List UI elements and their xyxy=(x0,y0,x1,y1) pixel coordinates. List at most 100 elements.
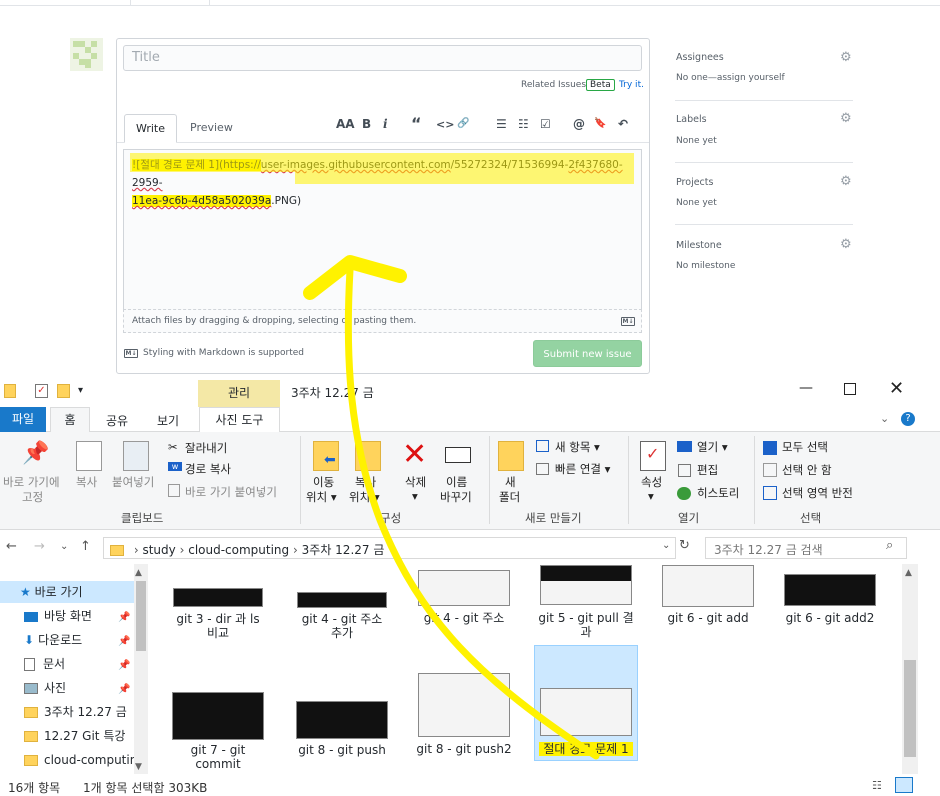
reply-icon[interactable]: ↶ xyxy=(618,117,628,131)
maximize-icon[interactable] xyxy=(844,383,856,395)
tab-preview[interactable]: Preview xyxy=(190,121,233,134)
pin-icon[interactable]: 📌 xyxy=(118,612,130,623)
file-tile-selected[interactable]: 절대 경로 문제 1 xyxy=(534,688,638,756)
copy-to-label[interactable]: 복사 xyxy=(355,474,376,490)
move-to-label[interactable]: 이동 xyxy=(313,474,334,490)
tab-share[interactable]: 공유 xyxy=(106,412,128,429)
up-icon[interactable]: ↑ xyxy=(80,539,91,554)
comment-textarea[interactable]: ![절대 경로 문제 1](https://user-images.github… xyxy=(123,149,642,309)
file-tile[interactable]: git 3 - dir 과 ls 비교 xyxy=(166,588,270,640)
try-it-link[interactable]: Try it. xyxy=(619,80,644,90)
new-folder-icon[interactable] xyxy=(498,441,524,471)
recent-dropdown-icon[interactable]: ⌄ xyxy=(60,541,68,552)
bullet-list-icon[interactable]: ☰ xyxy=(496,117,507,131)
file-tile[interactable]: git 8 - git push2 xyxy=(412,673,516,756)
breadcrumb-study[interactable]: study xyxy=(142,543,175,557)
rename-label[interactable]: 이름 xyxy=(446,474,467,490)
address-bar[interactable]: › study › cloud-computing › 3주차 12.27 금 xyxy=(103,537,676,559)
italic-icon[interactable]: i xyxy=(383,117,388,131)
saved-reply-icon[interactable]: 🔖 xyxy=(594,118,606,129)
delete-icon[interactable]: ✕ xyxy=(402,437,427,472)
link-icon[interactable]: 🔗 xyxy=(457,118,469,129)
nav-documents[interactable]: 문서 xyxy=(24,653,65,675)
file-tile[interactable]: git 7 - git commit xyxy=(166,692,270,771)
breadcrumb-current[interactable]: 3주차 12.27 금 xyxy=(302,543,385,557)
nav-scroll-thumb[interactable] xyxy=(136,581,146,651)
gear-icon[interactable]: ⚙ xyxy=(840,111,852,126)
copy-to-icon[interactable] xyxy=(355,441,381,471)
paste-shortcut-label[interactable]: 바로 가기 붙여넣기 xyxy=(185,484,277,500)
search-input[interactable]: 3주차 12.27 금 검색 xyxy=(705,537,907,559)
rename-icon[interactable] xyxy=(445,447,471,463)
copy-path-icon[interactable]: w xyxy=(168,462,182,471)
pin-icon[interactable]: 📌 xyxy=(22,441,49,466)
select-all-icon[interactable] xyxy=(763,441,777,455)
easy-access-label[interactable]: 빠른 연결 ▾ xyxy=(555,461,610,477)
address-dropdown-icon[interactable]: ⌄ xyxy=(662,540,670,551)
scissors-icon[interactable]: ✂ xyxy=(168,440,178,454)
code-icon[interactable]: <> xyxy=(436,118,454,131)
paste-shortcut-icon[interactable] xyxy=(168,484,180,497)
labels-heading[interactable]: Labels xyxy=(676,114,707,125)
properties-label[interactable]: 속성 xyxy=(641,474,662,490)
properties-icon[interactable]: ✓ xyxy=(35,384,48,398)
invert-selection-icon[interactable] xyxy=(763,486,777,500)
nav-folder-git[interactable]: 12.27 Git 특강 xyxy=(24,725,125,747)
tab-write[interactable]: Write xyxy=(124,114,177,143)
file-tile[interactable]: git 6 - git add xyxy=(656,565,760,625)
nav-quick-access[interactable]: ★ 바로 가기 xyxy=(0,581,134,603)
back-icon[interactable]: ← xyxy=(6,539,17,554)
manage-context-tab[interactable]: 관리 xyxy=(198,380,280,407)
help-icon[interactable]: ? xyxy=(901,412,915,426)
task-list-icon[interactable]: ☑ xyxy=(540,117,551,131)
gear-icon[interactable]: ⚙ xyxy=(840,50,852,65)
close-icon[interactable]: ✕ xyxy=(889,378,904,399)
file-tile[interactable]: git 6 - git add2 xyxy=(778,574,882,625)
nav-pictures[interactable]: 사진 xyxy=(24,677,66,699)
tab-file[interactable]: 파일 xyxy=(0,407,46,432)
pin-label[interactable]: 바로 가기에 xyxy=(3,474,60,490)
numbered-list-icon[interactable]: ☷ xyxy=(518,117,529,131)
gear-icon[interactable]: ⚙ xyxy=(840,237,852,252)
tab-picture-tools[interactable]: 사진 도구 xyxy=(199,407,280,433)
large-icons-view-icon[interactable] xyxy=(895,777,913,793)
select-all-label[interactable]: 모두 선택 xyxy=(782,439,828,455)
mention-icon[interactable]: @ xyxy=(573,117,585,131)
open-icon[interactable] xyxy=(677,441,692,452)
bold-icon[interactable]: B xyxy=(362,117,371,131)
new-item-label[interactable]: 새 항목 ▾ xyxy=(555,439,600,455)
breadcrumb-cloud[interactable]: cloud-computing xyxy=(188,543,289,557)
move-to-icon[interactable]: ⬅ xyxy=(313,441,339,471)
details-view-icon[interactable]: ☷ xyxy=(872,779,882,792)
pin-icon[interactable]: 📌 xyxy=(118,660,130,671)
paste-icon[interactable] xyxy=(123,441,149,471)
milestone-heading[interactable]: Milestone xyxy=(676,240,722,251)
assignees-value[interactable]: No one—assign yourself xyxy=(676,73,785,83)
quick-access-dropdown-icon[interactable]: ▾ xyxy=(78,385,83,396)
minimize-icon[interactable]: — xyxy=(799,380,813,396)
copy-path-label[interactable]: 경로 복사 xyxy=(185,461,231,477)
new-folder-label[interactable]: 새 xyxy=(505,474,516,490)
new-folder-icon[interactable] xyxy=(57,384,70,398)
pin-icon[interactable]: 📌 xyxy=(118,684,130,695)
collapse-ribbon-icon[interactable]: ⌄ xyxy=(880,412,889,425)
cut-label[interactable]: 잘라내기 xyxy=(185,440,227,456)
file-tile[interactable]: git 8 - git push xyxy=(290,701,394,757)
markdown-note[interactable]: Styling with Markdown is supported xyxy=(143,348,304,358)
nav-downloads[interactable]: ⬇ 다운로드 xyxy=(24,629,82,651)
scroll-down-icon[interactable]: ▼ xyxy=(135,762,142,772)
open-label[interactable]: 열기 ▾ xyxy=(697,439,728,455)
tab-view[interactable]: 보기 xyxy=(157,412,179,429)
title-input[interactable]: Title xyxy=(123,45,642,71)
refresh-icon[interactable]: ↻ xyxy=(679,538,690,553)
quote-icon[interactable]: “ xyxy=(411,114,422,133)
text-size-icon[interactable]: AA xyxy=(336,117,355,131)
new-item-icon[interactable] xyxy=(536,440,549,452)
content-scroll-thumb[interactable] xyxy=(904,660,916,757)
invert-selection-label[interactable]: 선택 영역 반전 xyxy=(782,485,853,501)
scroll-up-icon[interactable]: ▲ xyxy=(135,568,142,578)
nav-folder-cloud[interactable]: cloud-computin xyxy=(24,749,134,771)
gear-icon[interactable]: ⚙ xyxy=(840,174,852,189)
nav-folder-week3[interactable]: 3주차 12.27 금 xyxy=(24,701,127,723)
paste-label[interactable]: 붙여넣기 xyxy=(112,474,154,490)
